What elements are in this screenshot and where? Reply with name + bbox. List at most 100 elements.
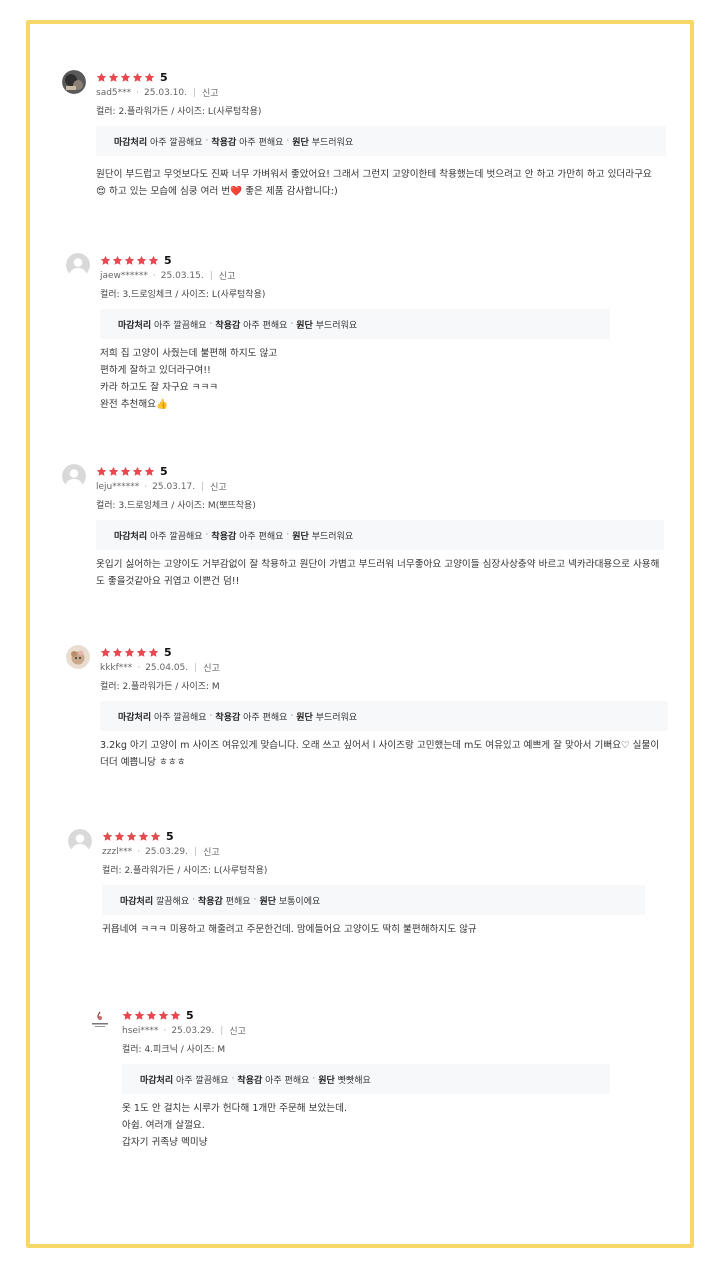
tag-separator: ·	[286, 136, 290, 146]
meta-dot: ·	[144, 481, 148, 492]
user-id: jaew******	[100, 270, 148, 281]
tag-key: 원단	[318, 1075, 335, 1086]
meta-dot: ·	[137, 846, 141, 857]
review-text-line: 옷입기 싫어하는 고양이도 거부감없이 잘 착용하고 원단이 가볍고 부드러워 …	[96, 559, 660, 587]
tag-value: 아주 편해요	[239, 137, 284, 148]
star-rating: 5	[100, 645, 220, 659]
review-meta: sad5*** · 25.03.10. | 신고	[96, 86, 219, 100]
review-date: 25.03.29.	[145, 846, 189, 857]
tag-separator: ·	[205, 136, 209, 146]
star-rating: 5	[96, 70, 219, 84]
review-text-line: 3.2kg 아기 고양이 m 사이즈 여유있게 맞습니다. 오래 쓰고 싶어서 …	[100, 740, 660, 768]
star-icon	[146, 1010, 158, 1021]
review-text-line: 아쉽. 여러개 살껄요.	[122, 1120, 205, 1131]
tag-key: 마감처리	[114, 531, 148, 542]
star-icon	[100, 647, 112, 658]
review-meta: jaew****** · 25.03.15. | 신고	[100, 269, 236, 283]
tag-key: 마감처리	[114, 137, 148, 148]
review-header: 5 leju****** · 25.03.17. | 신고	[96, 464, 227, 494]
tag-separator: ·	[209, 711, 213, 721]
tag-key: 착용감	[211, 137, 237, 148]
meta-divider: |	[201, 481, 205, 492]
tag-value: 보통이에요	[278, 896, 321, 907]
review-meta: zzzl*** · 25.03.29. | 신고	[102, 845, 220, 859]
default-avatar	[66, 253, 90, 277]
tag-value: 부드러워요	[311, 137, 354, 148]
star-rating: 5	[102, 829, 220, 843]
star-icon	[122, 1010, 134, 1021]
meta-divider: |	[194, 662, 198, 673]
tag-separator: ·	[286, 530, 290, 540]
tag-value: 빳빳해요	[337, 1075, 371, 1086]
tag-value: 아주 깔끔해요	[154, 320, 207, 331]
evaluation-tags: 마감처리 깔끔해요 · 착용감 편해요 · 원단 보통이에요	[102, 885, 645, 915]
tag-value: 아주 깔끔해요	[176, 1075, 229, 1086]
star-icon	[124, 647, 136, 658]
star-icon	[96, 466, 108, 477]
tag-separator: ·	[312, 1074, 316, 1084]
evaluation-tags: 마감처리 아주 깔끔해요 · 착용감 아주 편해요 · 원단 부드러워요	[100, 701, 668, 731]
report-button[interactable]: 신고	[219, 269, 236, 282]
tag-key: 마감처리	[118, 320, 152, 331]
tag-separator: ·	[209, 319, 213, 329]
cat-photo-avatar	[66, 645, 90, 669]
product-option: 컬러: 2.플라워가든 / 사이즈: M	[100, 682, 220, 692]
rating-score: 5	[164, 645, 172, 659]
product-option: 컬러: 3.드로잉체크 / 사이즈: M(뽀뜨착용)	[96, 501, 256, 511]
star-icon	[102, 831, 114, 842]
meta-dot: ·	[137, 662, 141, 673]
star-icon	[150, 831, 162, 842]
meta-divider: |	[220, 1025, 224, 1036]
star-icon	[132, 72, 144, 83]
meta-divider: |	[194, 846, 198, 857]
tag-value: 아주 편해요	[243, 712, 288, 723]
tag-key: 원단	[296, 320, 313, 331]
star-icon	[158, 1010, 170, 1021]
report-button[interactable]: 신고	[229, 1024, 246, 1037]
rating-score: 5	[160, 464, 168, 478]
star-icon	[170, 1010, 182, 1021]
review-text-line: 옷 1도 안 걸치는 시루가 헌다해 1개만 주문해 보았는데.	[122, 1103, 348, 1114]
star-icon	[108, 72, 120, 83]
user-id: kkkf***	[100, 662, 133, 673]
tag-key: 원단	[292, 531, 309, 542]
meta-divider: |	[192, 87, 197, 98]
review-date: 25.04.05.	[145, 662, 189, 673]
tag-value: 편해요	[225, 896, 251, 907]
review-text-line: 갑자기 귀족냥 멕미냥	[122, 1137, 208, 1148]
tag-value: 아주 깔끔해요	[150, 137, 203, 148]
report-button[interactable]: 신고	[202, 86, 219, 99]
star-icon	[138, 831, 150, 842]
review-content: 원단이 부드럽고 무엇보다도 진짜 너무 가벼워서 좋았어요! 그래서 그런지 …	[96, 166, 661, 200]
tag-key: 착용감	[215, 712, 241, 723]
tag-key: 착용감	[211, 531, 237, 542]
review-content: 옷입기 싫어하는 고양이도 거부감없이 잘 착용하고 원단이 가볍고 부드러워 …	[96, 556, 664, 590]
tag-value: 부드러워요	[311, 531, 354, 542]
review-content: 옷 1도 안 걸치는 시루가 헌다해 1개만 주문해 보았는데. 아쉽. 여러개 …	[122, 1100, 610, 1151]
review-text-line: 편하게 잘하고 있더라구여!!	[100, 365, 211, 376]
meta-dot: ·	[163, 1025, 167, 1036]
product-option: 컬러: 2.플라워가든 / 사이즈: L(사루텅착용)	[96, 107, 262, 117]
dark-photo-avatar	[62, 70, 86, 94]
report-button[interactable]: 신고	[210, 480, 227, 493]
logo-avatar	[88, 1008, 112, 1032]
star-icon	[108, 466, 120, 477]
star-icon	[100, 255, 112, 266]
tag-separator: ·	[290, 319, 294, 329]
star-icon	[120, 466, 132, 477]
tag-key: 착용감	[237, 1075, 263, 1086]
tag-key: 착용감	[215, 320, 241, 331]
tag-value: 아주 깔끔해요	[150, 531, 203, 542]
review-meta: leju****** · 25.03.17. | 신고	[96, 480, 227, 494]
review-text-line: 완전 추천해요👍	[100, 399, 168, 410]
tag-value: 아주 편해요	[265, 1075, 310, 1086]
report-button[interactable]: 신고	[203, 845, 220, 858]
tag-value: 깔끔해요	[156, 896, 190, 907]
review-date: 25.03.17.	[152, 481, 196, 492]
product-option: 컬러: 2.플라워가든 / 사이즈: L(사루텅착용)	[102, 866, 268, 876]
evaluation-tags: 마감처리 아주 깔끔해요 · 착용감 아주 편해요 · 원단 부드러워요	[96, 126, 666, 156]
review-text-line: 원단이 부드럽고 무엇보다도 진짜 너무 가벼워서 좋았어요! 그래서 그런지 …	[96, 169, 652, 197]
tag-separator: ·	[290, 711, 294, 721]
star-rating: 5	[96, 464, 227, 478]
report-button[interactable]: 신고	[203, 661, 220, 674]
